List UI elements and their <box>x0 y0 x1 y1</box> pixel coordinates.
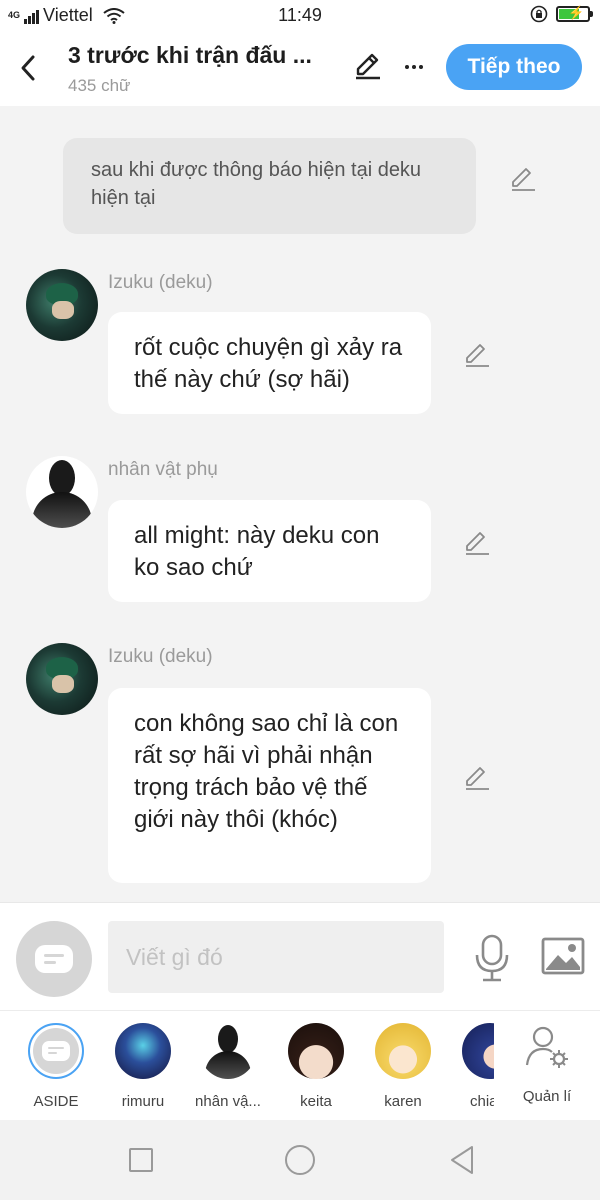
avatar-deku[interactable] <box>26 269 98 341</box>
character-karen[interactable]: karen <box>361 1023 445 1110</box>
more-icon <box>405 65 423 69</box>
character-rimuru[interactable]: rimuru <box>101 1023 185 1110</box>
next-button[interactable]: Tiếp theo <box>446 44 582 90</box>
back-button[interactable] <box>12 48 44 88</box>
character-avatar <box>375 1023 431 1079</box>
character-avatar <box>462 1023 494 1079</box>
status-right: ⚡ <box>530 5 593 23</box>
message-input[interactable] <box>108 921 444 993</box>
status-bar: 4G Viettel 11:49 ⚡ <box>0 0 600 34</box>
character-chia[interactable]: chia <box>448 1023 494 1110</box>
character-side[interactable]: nhân vậ... <box>186 1023 270 1110</box>
aside-message[interactable]: sau khi được thông báo hiện tại deku hiệ… <box>63 138 476 234</box>
character-name: ASIDE <box>33 1093 79 1110</box>
character-avatar <box>200 1023 256 1079</box>
recents-button[interactable] <box>129 1148 153 1172</box>
composer-bar <box>0 902 600 1010</box>
character-aside[interactable]: ASIDE <box>14 1023 98 1110</box>
aside-chat-icon <box>42 1041 70 1061</box>
character-avatar <box>28 1023 84 1079</box>
character-avatar <box>288 1023 344 1079</box>
speaker-name: nhân vật phụ <box>108 459 218 480</box>
rotation-lock-icon <box>530 5 548 23</box>
word-count: 435 chữ <box>68 76 131 95</box>
aside-toggle-button[interactable] <box>16 921 92 997</box>
message-list[interactable]: sau khi được thông báo hiện tại deku hiệ… <box>0 106 600 902</box>
image-icon[interactable] <box>540 935 586 977</box>
character-name: nhân vậ... <box>195 1093 261 1110</box>
clock: 11:49 <box>278 5 322 25</box>
user-settings-icon <box>525 1026 568 1068</box>
character-avatar <box>115 1023 171 1079</box>
character-name: rimuru <box>121 1093 165 1110</box>
system-nav-bar <box>0 1120 600 1200</box>
home-button[interactable] <box>285 1145 315 1175</box>
edit-message-pencil-icon[interactable] <box>462 340 492 370</box>
speaker-name: Izuku (deku) <box>108 646 213 667</box>
character-name: keita <box>300 1093 332 1110</box>
header: 3 trước khi trận đấu ... 435 chữ Tiếp th… <box>0 34 600 106</box>
edit-message-pencil-icon[interactable] <box>462 528 492 558</box>
character-bar[interactable]: ASIDE rimuru nhân vậ... keita karen chia… <box>0 1010 600 1120</box>
message-bubble[interactable]: rốt cuộc chuyện gì xảy ra thế này chứ (s… <box>108 312 431 414</box>
manage-characters-button[interactable]: Quản lí <box>516 1021 578 1105</box>
character-name: karen <box>384 1093 422 1110</box>
back-icon <box>21 55 35 81</box>
message-bubble[interactable]: all might: này deku con ko sao chứ <box>108 500 431 602</box>
aside-chat-icon <box>35 945 73 973</box>
back-triangle-button[interactable] <box>448 1144 476 1176</box>
manage-label: Quản lí <box>522 1088 572 1105</box>
character-keita[interactable]: keita <box>274 1023 358 1110</box>
pencil-icon <box>356 53 380 80</box>
story-title: 3 trước khi trận đấu ... <box>68 42 312 68</box>
message-bubble[interactable]: con không sao chỉ là con rất sợ hãi vì p… <box>108 688 431 883</box>
avatar-side-character[interactable] <box>26 456 98 528</box>
more-button[interactable] <box>398 50 430 84</box>
edit-message-pencil-icon[interactable] <box>462 763 492 793</box>
speaker-name: Izuku (deku) <box>108 272 213 293</box>
battery-icon: ⚡ <box>556 5 593 22</box>
edit-message-pencil-icon[interactable] <box>508 164 538 194</box>
avatar-deku[interactable] <box>26 643 98 715</box>
edit-title-button[interactable] <box>352 50 386 84</box>
character-name: chia <box>470 1093 494 1110</box>
microphone-icon[interactable] <box>470 933 514 983</box>
